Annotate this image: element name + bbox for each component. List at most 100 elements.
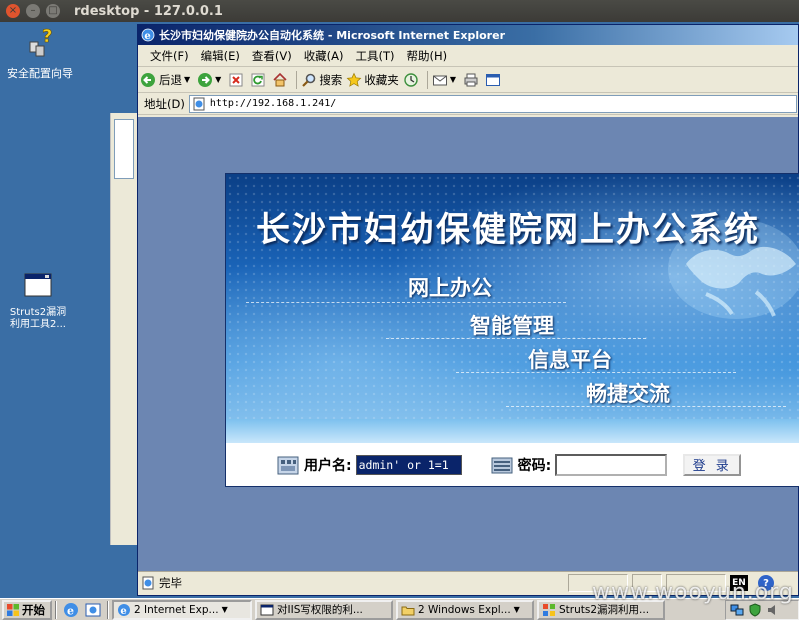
close-button[interactable]: × [6, 4, 20, 18]
chevron-down-icon[interactable]: ▼ [215, 75, 221, 84]
search-button[interactable]: 搜索 [301, 72, 342, 88]
edit-page-icon[interactable] [485, 72, 501, 88]
folder-icon [401, 606, 415, 615]
menu-file[interactable]: 文件(F) [144, 48, 195, 64]
menu-help[interactable]: 帮助(H) [401, 48, 454, 64]
toolbar-separator [296, 70, 298, 89]
start-button[interactable]: 开始 [2, 599, 52, 620]
chevron-down-icon[interactable]: ▼ [184, 75, 190, 84]
favorites-label: 收藏夹 [364, 72, 399, 87]
search-label: 搜索 [319, 72, 343, 87]
forward-button[interactable]: ▼ [197, 72, 224, 88]
menu-bar: 文件(F) 编辑(E) 查看(V) 收藏(A) 工具(T) 帮助(H) [138, 45, 798, 67]
ie-titlebar: e 长沙市妇幼保健院办公自动化系统 - Microsoft Internet E… [138, 25, 798, 45]
username-input[interactable]: admin' or 1=1 [355, 454, 462, 475]
background-window[interactable] [110, 113, 138, 545]
background-window-panel [114, 119, 134, 179]
menu-favorites[interactable]: 收藏(A) [298, 48, 350, 64]
network-icon[interactable] [730, 603, 744, 617]
decorative-line [246, 302, 566, 303]
chevron-down-icon[interactable]: ▼ [450, 75, 456, 84]
app-icon [543, 603, 555, 616]
ie-logo-icon: e [141, 28, 155, 42]
history-icon[interactable] [403, 72, 419, 88]
mail-icon [432, 75, 447, 85]
password-label: 密码: [517, 457, 552, 474]
ie-logo-icon: e [118, 603, 130, 617]
ie-window: e 长沙市妇幼保健院办公自动化系统 - Microsoft Internet E… [137, 24, 799, 596]
chevron-down-icon: ▼ [221, 605, 228, 614]
security-wizard-icon: ? [29, 26, 53, 57]
login-button[interactable]: 登 录 [683, 453, 742, 476]
volume-icon[interactable] [766, 603, 780, 617]
menu-tools[interactable]: 工具(T) [350, 48, 401, 64]
slogan-communication: 畅捷交流 [586, 382, 670, 406]
maximize-button[interactable]: □ [46, 4, 60, 18]
window-title: rdesktop - 127.0.0.1 [74, 3, 223, 19]
taskbar-separator [107, 600, 109, 619]
start-label: 开始 [22, 602, 45, 617]
windows-logo-icon [7, 603, 19, 616]
favorites-button[interactable]: 收藏夹 [346, 72, 399, 88]
explorer-quicklaunch-icon[interactable] [84, 601, 102, 619]
minimize-button[interactable]: – [26, 4, 40, 18]
ie-quicklaunch-icon[interactable]: e [62, 601, 80, 619]
svg-text:?: ? [42, 28, 52, 47]
task-windows-explorer[interactable]: 2 Windows Expl... ▼ [396, 599, 534, 620]
slogan-info-platform: 信息平台 [528, 348, 612, 372]
task-label: 2 Windows Expl... [418, 603, 511, 616]
banner: 长沙市妇幼保健院网上办公系统 网上办公 智能管理 信息平台 畅捷交流 [225, 173, 799, 443]
address-input[interactable]: http://192.168.1.241/ [188, 94, 797, 113]
username-label: 用户名: [304, 457, 352, 474]
desktop-icon-label: Struts2漏洞 [9, 307, 67, 318]
keyboard-icon [491, 457, 513, 473]
address-bar: 地址(D) http://192.168.1.241/ [138, 93, 798, 115]
back-label: 后退 [159, 72, 182, 87]
svg-text:e: e [67, 604, 74, 617]
forward-arrow-icon [198, 72, 213, 87]
back-button[interactable]: 后退 ▼ [140, 72, 193, 88]
toolbar-separator [426, 70, 428, 89]
security-tray-icon[interactable] [748, 603, 762, 617]
ie-title-text: 长沙市妇幼保健院办公自动化系统 - Microsoft Internet Exp… [159, 29, 505, 42]
taskbar-separator [55, 600, 57, 619]
menu-edit[interactable]: 编辑(E) [195, 48, 246, 64]
status-text: 完毕 [159, 575, 182, 590]
banner-bottom-band [226, 419, 799, 443]
mail-button[interactable]: ▼ [432, 72, 459, 88]
address-label: 地址(D) [144, 96, 185, 111]
menu-view[interactable]: 查看(V) [246, 48, 298, 64]
star-icon [346, 72, 362, 87]
task-label: 对IIS写权限的利... [277, 604, 363, 616]
task-internet-explorer[interactable]: e 2 Internet Exp... ▼ [112, 599, 252, 620]
window-icon [260, 604, 274, 615]
chevron-down-icon: ▼ [513, 605, 520, 614]
login-form: 用户名: admin' or 1=1 密码: 登 录 [225, 443, 799, 487]
rdesktop-titlebar: × – □ rdesktop - 127.0.0.1 [0, 0, 799, 22]
slogan-smart-management: 智能管理 [470, 314, 554, 338]
password-input[interactable] [555, 453, 668, 476]
stop-icon[interactable] [228, 72, 244, 88]
toolbar: 后退 ▼ ▼ 搜索 收藏夹 ▼ [138, 67, 798, 93]
print-icon[interactable] [463, 72, 479, 88]
user-icon [277, 456, 299, 474]
back-arrow-icon [141, 72, 155, 87]
desktop-icon-label: 利用工具2... [10, 319, 66, 330]
desktop-icon-label: 安全配置向导 [7, 67, 73, 80]
search-icon [302, 73, 316, 87]
address-url: http://192.168.1.241/ [209, 98, 337, 109]
banner-title: 长沙市妇幼保健院网上办公系统 [256, 210, 760, 250]
refresh-icon[interactable] [250, 72, 266, 88]
desktop-icon-security-wizard[interactable]: ? 安全配置向导 [0, 26, 80, 81]
slogan-online-office: 网上办公 [408, 276, 492, 300]
app-window-icon [24, 273, 52, 297]
page-content: 长沙市妇幼保健院网上办公系统 网上办公 智能管理 信息平台 畅捷交流 用户名: … [138, 117, 799, 571]
svg-text:e: e [120, 606, 126, 617]
home-icon[interactable] [272, 72, 288, 88]
watermark: www.wooyun.org [592, 580, 794, 605]
task-iis-document[interactable]: 对IIS写权限的利... [255, 599, 393, 620]
page-icon [193, 97, 205, 110]
desktop-icon-struts2-tool[interactable]: Struts2漏洞 利用工具2... [0, 270, 78, 331]
page-icon [142, 576, 154, 589]
svg-text:e: e [144, 31, 150, 42]
